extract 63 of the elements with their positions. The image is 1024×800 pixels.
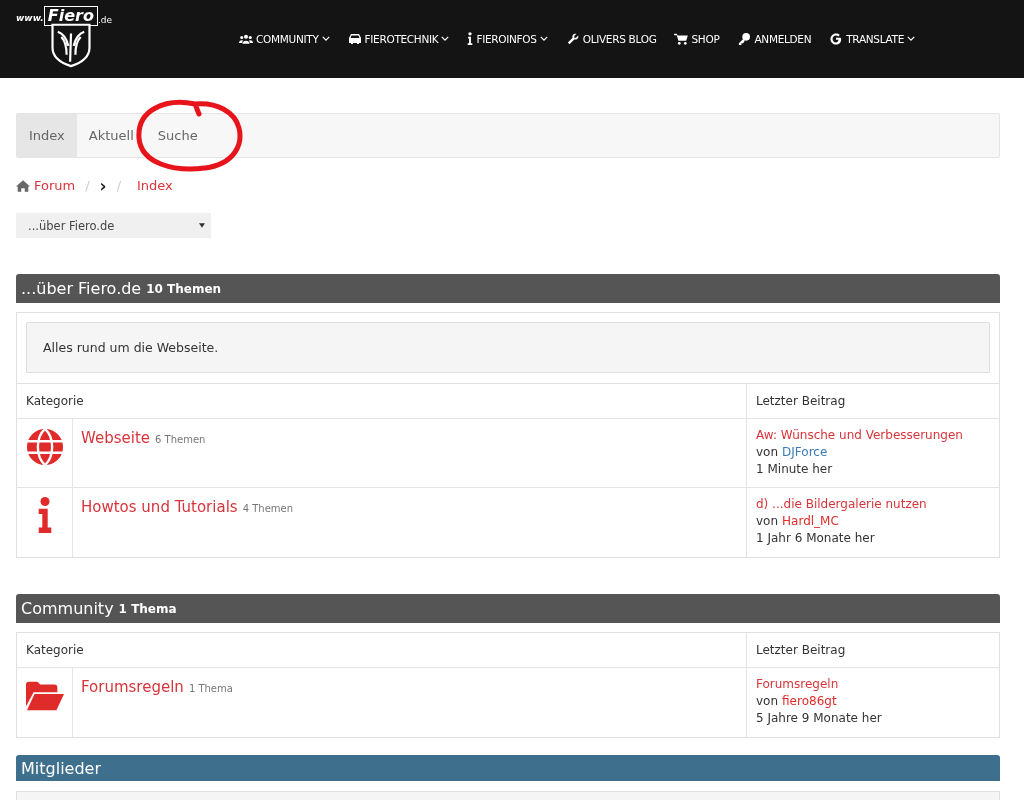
by-label: von xyxy=(756,693,779,710)
home-icon xyxy=(16,179,30,192)
topic-count: 1 Thema xyxy=(188,683,233,694)
subforum-title-link[interactable]: Webseite xyxy=(81,429,151,447)
forum-jump-select[interactable]: ...über Fiero.de xyxy=(16,213,211,238)
column-header: Letzter Beitrag xyxy=(746,384,999,418)
last-post-link[interactable]: d) ...die Bildergalerie nutzen xyxy=(756,496,990,513)
post-time: 5 Jahre 9 Monate her xyxy=(756,710,883,727)
users-icon xyxy=(239,32,254,45)
by-label: von xyxy=(756,513,779,530)
last-post-link[interactable]: Forumsregeln xyxy=(756,676,990,693)
section-title: Mitglieder xyxy=(21,758,101,778)
logo-suffix: .de xyxy=(97,15,113,25)
nav-menu-item[interactable]: FIEROTECHNIK xyxy=(338,32,459,45)
column-header: Kategorie xyxy=(25,393,85,410)
shopping-cart-icon xyxy=(674,32,689,45)
last-post-link[interactable]: Aw: Wünsche und Verbesserungen xyxy=(756,427,990,444)
key-icon xyxy=(737,32,752,45)
column-header: Kategorie xyxy=(25,642,85,659)
wrench-icon xyxy=(565,32,580,45)
info-icon xyxy=(467,32,474,45)
author-link[interactable]: DJForce xyxy=(782,444,828,461)
car-icon xyxy=(347,32,362,45)
info-icon xyxy=(36,497,53,533)
topic-count: 1 Thema xyxy=(118,601,177,616)
logo-prefix: www. xyxy=(16,13,44,23)
topic-count: 4 Themen xyxy=(242,503,293,514)
breadcrumb-chevron[interactable]: › xyxy=(99,178,107,193)
post-time: 1 Minute her xyxy=(756,461,834,478)
google-g-icon xyxy=(829,32,844,45)
breadcrumb-link[interactable]: Forum xyxy=(34,178,76,193)
dropdown-triangle-icon xyxy=(199,223,205,228)
nav-menu-item[interactable]: ANMELDEN xyxy=(728,32,821,45)
subforum-title-link[interactable]: Howtos und Tutorials xyxy=(81,498,238,516)
globe-icon xyxy=(25,428,64,466)
topic-count: 6 Themen xyxy=(155,434,206,445)
post-time: 1 Jahr 6 Monate her xyxy=(756,530,876,547)
chevron-down-icon xyxy=(907,36,915,41)
logo-name[interactable]: Fiero xyxy=(43,6,98,26)
author-link[interactable]: Hardl_MC xyxy=(782,513,839,530)
breadcrumb-link[interactable]: Index xyxy=(137,178,173,193)
nav-menu-item[interactable]: OLIVERS BLOG xyxy=(556,32,666,45)
section-title[interactable]: ...über Fiero.de xyxy=(21,279,142,298)
nav-menu-item[interactable]: SHOP xyxy=(665,32,729,45)
column-header: Letzter Beitrag xyxy=(746,633,999,667)
topic-count: 10 Themen xyxy=(146,281,222,296)
chevron-down-icon xyxy=(321,36,330,41)
tab[interactable]: Suche xyxy=(145,114,210,157)
chevron-down-icon xyxy=(539,36,548,41)
tab[interactable]: Index xyxy=(17,114,77,157)
breadcrumb-separator: / xyxy=(85,178,90,193)
by-label: von xyxy=(756,444,779,461)
subforum-title-link[interactable]: Forumsregeln xyxy=(81,678,184,696)
author-link[interactable]: fiero86gt xyxy=(782,693,837,710)
nav-menu-item[interactable]: FIEROINFOS xyxy=(458,32,557,45)
breadcrumb-separator: / xyxy=(116,178,121,193)
section-title[interactable]: Community xyxy=(21,599,114,618)
tab[interactable]: Aktuell xyxy=(76,114,146,157)
chevron-down-icon xyxy=(441,36,450,41)
nav-menu-item[interactable]: COMMUNITY xyxy=(230,32,339,45)
nav-menu-item[interactable]: TRANSLATE xyxy=(820,32,924,45)
shield-logo-icon[interactable] xyxy=(48,22,93,68)
section-description: Alles rund um die Webseite. xyxy=(26,322,990,373)
